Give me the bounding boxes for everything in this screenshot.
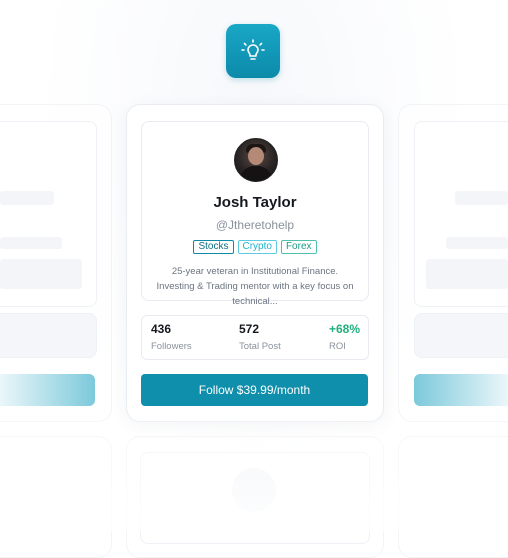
tag-forex[interactable]: Forex <box>280 240 317 254</box>
ghost-line <box>0 191 54 205</box>
ghost-stats-left <box>0 313 97 358</box>
stat-label: ROI <box>329 341 346 352</box>
tag-crypto[interactable]: Crypto <box>237 240 277 254</box>
app-logo <box>226 24 280 78</box>
ghost-card-bottom-right <box>398 436 508 558</box>
stat-value: 436 <box>151 322 172 336</box>
ghost-line <box>426 259 508 289</box>
stat-roi: +68% ROI <box>329 322 360 352</box>
ghost-line <box>446 237 508 249</box>
profile-handle: @Jtheretohelp <box>215 218 295 232</box>
ghost-button-right <box>414 374 508 406</box>
stat-value: 572 <box>239 322 260 336</box>
ghost-line <box>455 191 508 205</box>
tag-list: Stocks Crypto Forex <box>142 240 368 254</box>
ghost-line <box>0 259 82 289</box>
profile-section: Josh Taylor @Jtheretohelp Stocks Crypto … <box>141 121 369 307</box>
stat-followers: 436 Followers <box>151 322 192 352</box>
ghost-card-bottom-left <box>0 436 112 558</box>
lightbulb-icon <box>241 39 265 60</box>
ghost-stats-right <box>414 313 508 358</box>
stat-label: Followers <box>151 341 192 352</box>
tag-stocks[interactable]: Stocks <box>193 240 234 254</box>
stat-label: Total Post <box>239 341 281 352</box>
mentor-card: Josh Taylor @Jtheretohelp Stocks Crypto … <box>126 104 384 422</box>
profile-bio: 25-year veteran in Institutional Finance… <box>156 266 354 307</box>
profile-name[interactable]: Josh Taylor <box>142 194 368 211</box>
follow-button[interactable]: Follow $39.99/month <box>141 374 368 406</box>
stats-section: 436 Followers 572 Total Post +68% ROI <box>141 315 369 360</box>
avatar[interactable] <box>234 138 278 182</box>
ghost-button-left <box>0 374 95 406</box>
ghost-avatar <box>232 468 276 512</box>
ghost-line <box>0 237 62 249</box>
stat-total-post: 572 Total Post <box>239 322 281 352</box>
stat-value: +68% <box>329 322 361 336</box>
